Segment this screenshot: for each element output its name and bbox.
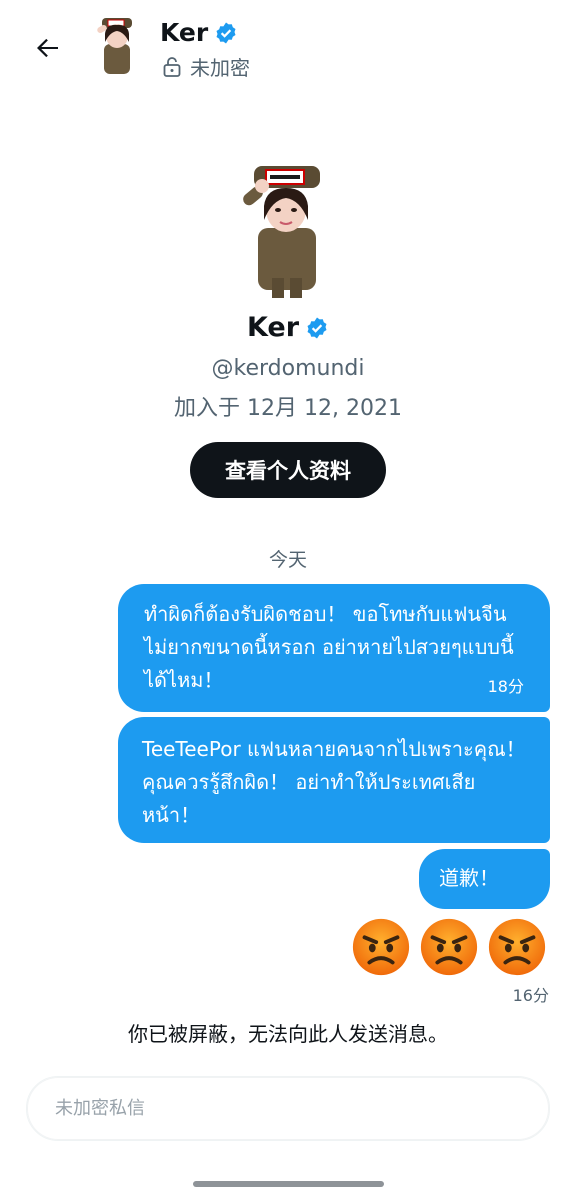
view-profile-button[interactable]: 查看个人资料: [190, 442, 386, 498]
message-text: TeeTeePor แฟนหลายคนจากไปเพราะคุณ！ คุณควร…: [142, 737, 526, 827]
header-avatar[interactable]: [88, 14, 144, 76]
profile-joined-date: 加入于 12月 12, 2021: [174, 396, 402, 421]
conversation-header: Ker 未加密: [0, 0, 576, 96]
message-time: 18分: [487, 677, 524, 696]
verified-badge-icon: [216, 22, 236, 43]
home-indicator[interactable]: [193, 1181, 384, 1187]
angry-face-icon: [488, 918, 546, 976]
profile-avatar[interactable]: [228, 160, 346, 300]
encryption-status: 未加密: [162, 52, 250, 81]
profile-name: Ker: [246, 312, 300, 343]
message-bubble[interactable]: TeeTeePor แฟนหลายคนจากไปเพราะคุณ！ คุณควร…: [118, 717, 550, 843]
arrow-left-icon: [37, 38, 58, 58]
message-input[interactable]: [53, 1097, 523, 1120]
message-text: ทำผิดก็ต้องรับผิดชอบ！ ขอโทษกับแฟนจีนไม่ย…: [144, 602, 514, 692]
angry-face-icon: [352, 918, 410, 976]
back-button[interactable]: [28, 28, 68, 68]
verified-badge-icon: [307, 317, 327, 338]
message-bubble[interactable]: ทำผิดก็ต้องรับผิดชอบ！ ขอโทษกับแฟนจีนไม่ย…: [118, 584, 550, 712]
message-time: 16分: [512, 986, 549, 1005]
message-bubble[interactable]: 道歉！: [419, 849, 550, 909]
header-name: Ker: [160, 18, 209, 47]
profile-name-row: Ker: [0, 312, 576, 343]
emoji-message[interactable]: [350, 916, 550, 976]
message-composer[interactable]: [26, 1076, 550, 1141]
header-title: Ker: [160, 18, 238, 47]
unlock-icon: [163, 56, 181, 77]
profile-handle: @kerdomundi: [211, 356, 365, 381]
blocked-notice: 你已被屏蔽，无法向此人发送消息。: [128, 1022, 448, 1046]
encryption-status-label: 未加密: [190, 56, 250, 80]
day-separator: 今天: [268, 549, 307, 571]
message-text: 道歉！: [439, 866, 499, 890]
angry-face-icon: [420, 918, 478, 976]
